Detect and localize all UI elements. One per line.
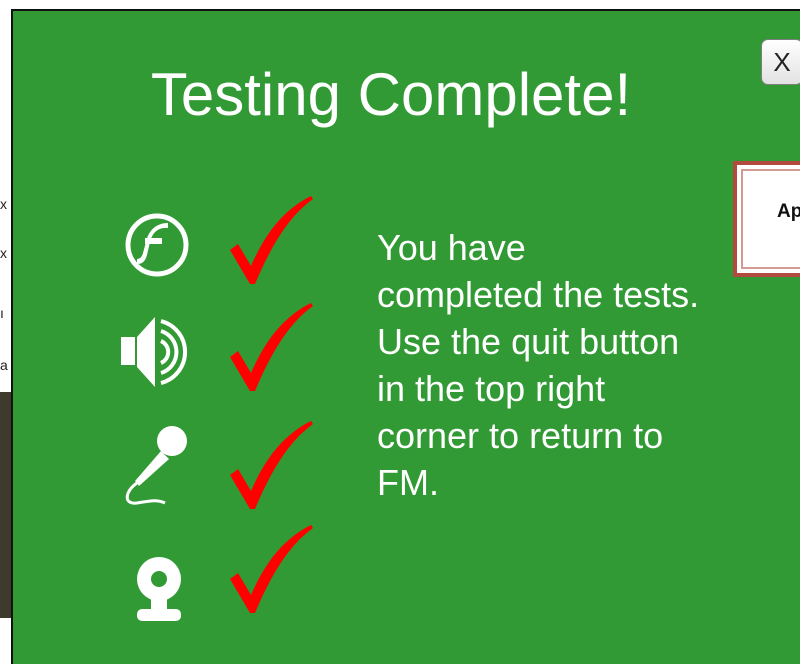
- webcam-icon: [137, 557, 181, 621]
- dialog-title: Testing Complete!: [150, 61, 632, 128]
- background-text-fragment: ı: [0, 305, 4, 321]
- close-button[interactable]: X: [761, 39, 800, 85]
- microphone-icon: [125, 426, 187, 505]
- background-image-strip: [0, 392, 11, 618]
- completion-message: You have completed the tests. Use the qu…: [377, 224, 757, 506]
- message-line: corner to return to: [377, 415, 664, 456]
- ap-button[interactable]: Ap: [733, 161, 800, 277]
- speaker-icon: [121, 317, 188, 387]
- background-text-fragment: x: [0, 196, 7, 212]
- message-line: in the top right: [377, 368, 606, 409]
- check-mark-icon: [230, 421, 313, 509]
- testing-complete-dialog: Testing Complete! X You have completed t…: [11, 9, 800, 664]
- check-mark-icon: [230, 196, 313, 284]
- message-line: Use the quit button: [377, 321, 680, 362]
- message-line: You have: [377, 227, 526, 268]
- check-mark-icon: [230, 525, 313, 613]
- page: x x ı a Testing Complete! X You have com…: [0, 0, 800, 664]
- ap-button-label: Ap: [777, 201, 800, 222]
- message-line: FM.: [377, 462, 439, 503]
- background-text-fragment: x: [0, 245, 7, 261]
- background-text-fragment: a: [0, 357, 8, 373]
- flash-icon: [125, 213, 189, 277]
- message-line: completed the tests.: [377, 274, 700, 315]
- check-mark-icon: [230, 303, 313, 391]
